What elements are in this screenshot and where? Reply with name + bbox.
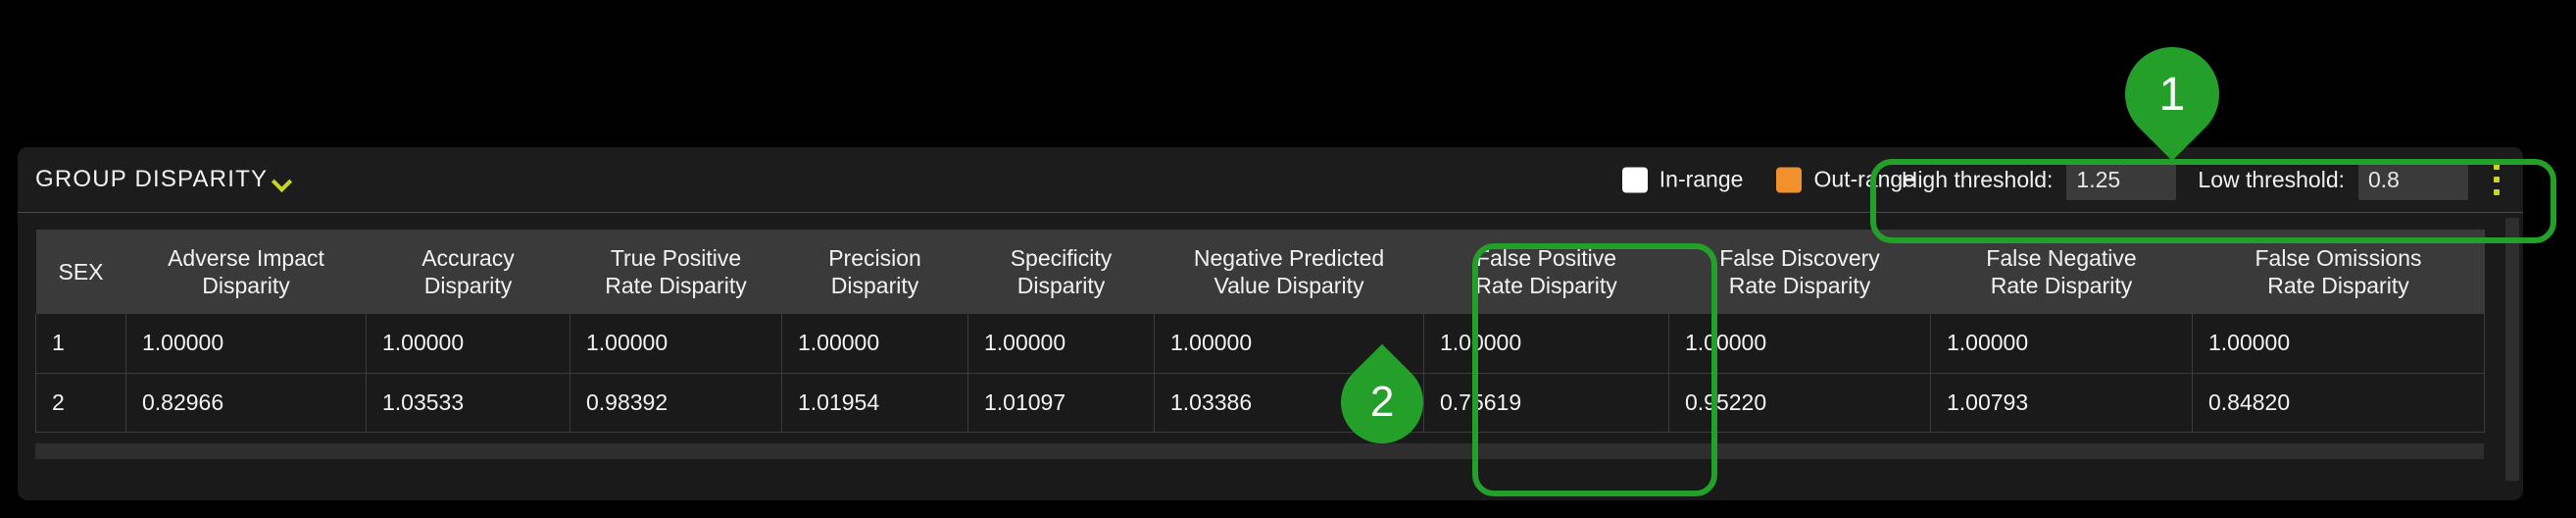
cell-accuracy-disparity: 1.03533 — [366, 373, 570, 433]
column-header-accuracy-disparity[interactable]: Accuracy Disparity — [366, 230, 570, 314]
cell-specificity-disparity: 1.01097 — [967, 373, 1155, 433]
header-line-1: True Positive — [610, 244, 742, 271]
header-line-2: Rate Disparity — [1728, 273, 1871, 298]
page-title: GROUP DISPARITY — [35, 166, 269, 192]
header-line-2: Disparity — [202, 273, 290, 298]
cell-precision-disparity: 1.00000 — [781, 314, 968, 374]
header-line-1: SEX — [58, 258, 104, 285]
high-threshold-input[interactable] — [2066, 159, 2177, 200]
horizontal-scrollbar[interactable] — [35, 443, 2484, 459]
column-header-false-discovery-rate-disparity[interactable]: False Discovery Rate Disparity — [1668, 230, 1931, 314]
disparity-table-wrapper: SEX Adverse Impact Disparity Accuracy Di… — [35, 230, 2485, 443]
chevron-down-icon[interactable] — [272, 172, 291, 191]
panel-header: GROUP DISPARITY In-range Out-range High … — [18, 147, 2523, 213]
cell-true-positive-rate-disparity: 0.98392 — [570, 373, 782, 433]
screen-root: GROUP DISPARITY In-range Out-range High … — [0, 0, 2576, 518]
cell-false-omissions-rate-disparity: 1.00000 — [2192, 314, 2485, 374]
kebab-dot — [2494, 177, 2500, 182]
disparity-table: SEX Adverse Impact Disparity Accuracy Di… — [35, 230, 2485, 433]
column-header-false-omissions-rate-disparity[interactable]: False Omissions Rate Disparity — [2192, 230, 2485, 314]
cell-false-negative-rate-disparity: 1.00000 — [1930, 314, 2193, 374]
header-line-1: Negative Predicted — [1193, 244, 1385, 271]
legend-label-in-range: In-range — [1659, 166, 1744, 192]
column-header-precision-disparity[interactable]: Precision Disparity — [781, 230, 968, 314]
threshold-controls: High threshold: Low threshold: — [1902, 159, 2468, 200]
header-line-1: Precision — [828, 244, 921, 271]
header-line-2: Disparity — [830, 273, 919, 298]
cell-sex: 2 — [35, 373, 126, 433]
legend-label-out-range: Out-range — [1813, 166, 1915, 192]
cell-accuracy-disparity: 1.00000 — [366, 314, 570, 374]
low-threshold-label: Low threshold: — [2198, 166, 2345, 192]
column-header-specificity-disparity[interactable]: Specificity Disparity — [967, 230, 1155, 314]
low-threshold-input[interactable] — [2358, 159, 2468, 200]
cell-adverse-impact-disparity: 0.82966 — [125, 373, 367, 433]
header-line-1: Specificity — [1010, 244, 1113, 271]
group-disparity-panel: GROUP DISPARITY In-range Out-range High … — [18, 147, 2523, 500]
cell-false-negative-rate-disparity: 1.00793 — [1930, 373, 2193, 433]
cell-true-positive-rate-disparity: 1.00000 — [570, 314, 782, 374]
cell-negative-predicted-value-disparity: 1.00000 — [1154, 314, 1424, 374]
header-line-1: False Omissions — [2254, 244, 2422, 271]
column-header-negative-predicted-value-disparity[interactable]: Negative Predicted Value Disparity — [1154, 230, 1424, 314]
annotation-marker-label: 1 — [2158, 68, 2186, 121]
header-line-1: False Positive — [1475, 244, 1617, 271]
header-line-2: Disparity — [1016, 273, 1106, 298]
cell-false-positive-rate-disparity: 0.75619 — [1423, 373, 1669, 433]
kebab-menu-icon[interactable] — [2486, 154, 2507, 205]
cell-false-discovery-rate-disparity: 0.95220 — [1668, 373, 1931, 433]
panel-title-group[interactable]: GROUP DISPARITY — [35, 166, 291, 193]
cell-negative-predicted-value-disparity: 1.03386 — [1154, 373, 1424, 433]
header-line-2: Rate Disparity — [605, 273, 747, 298]
column-header-false-negative-rate-disparity[interactable]: False Negative Rate Disparity — [1930, 230, 2193, 314]
header-line-2: Rate Disparity — [1475, 273, 1617, 298]
legend-item-in-range: In-range — [1621, 166, 1744, 193]
table-header-row: SEX Adverse Impact Disparity Accuracy Di… — [35, 230, 2485, 314]
table-body: 1 1.00000 1.00000 1.00000 1.00000 1.0000… — [35, 314, 2485, 433]
header-line-1: Adverse Impact — [168, 244, 324, 271]
high-threshold-label: High threshold: — [1901, 166, 2054, 192]
table-row: 1 1.00000 1.00000 1.00000 1.00000 1.0000… — [35, 314, 2485, 374]
header-line-1: False Negative — [1986, 244, 2137, 271]
in-range-swatch-icon — [1621, 167, 1648, 192]
header-line-2: Value Disparity — [1214, 273, 1364, 298]
low-threshold-group: Low threshold: — [2198, 159, 2468, 200]
column-header-sex[interactable]: SEX — [35, 230, 126, 314]
vertical-scrollbar[interactable] — [2505, 218, 2519, 481]
kebab-dot — [2494, 189, 2500, 195]
header-line-2: Rate Disparity — [2267, 273, 2409, 298]
out-range-swatch-icon — [1776, 167, 1803, 192]
cell-specificity-disparity: 1.00000 — [967, 314, 1155, 374]
cell-sex: 1 — [35, 314, 126, 374]
table-head: SEX Adverse Impact Disparity Accuracy Di… — [35, 230, 2485, 314]
kebab-dot — [2494, 164, 2500, 170]
cell-precision-disparity: 1.01954 — [781, 373, 968, 433]
cell-false-positive-rate-disparity: 1.00000 — [1423, 314, 1669, 374]
annotation-marker-1: 1 — [2105, 27, 2239, 161]
column-header-false-positive-rate-disparity[interactable]: False Positive Rate Disparity — [1423, 230, 1669, 314]
header-line-1: False Discovery — [1719, 244, 1880, 271]
high-threshold-group: High threshold: — [1902, 159, 2177, 200]
cell-adverse-impact-disparity: 1.00000 — [125, 314, 367, 374]
cell-false-discovery-rate-disparity: 1.00000 — [1668, 314, 1931, 374]
column-header-true-positive-rate-disparity[interactable]: True Positive Rate Disparity — [570, 230, 782, 314]
cell-false-omissions-rate-disparity: 0.84820 — [2192, 373, 2485, 433]
header-line-1: Accuracy — [421, 244, 515, 271]
legend-item-out-range: Out-range — [1776, 167, 1915, 193]
header-line-2: Rate Disparity — [1990, 273, 2133, 298]
table-row: 2 0.82966 1.03533 0.98392 1.01954 1.0109… — [35, 373, 2485, 433]
column-header-adverse-impact-disparity[interactable]: Adverse Impact Disparity — [125, 230, 367, 314]
legend: In-range Out-range — [1621, 166, 1915, 193]
header-line-2: Disparity — [423, 273, 513, 298]
